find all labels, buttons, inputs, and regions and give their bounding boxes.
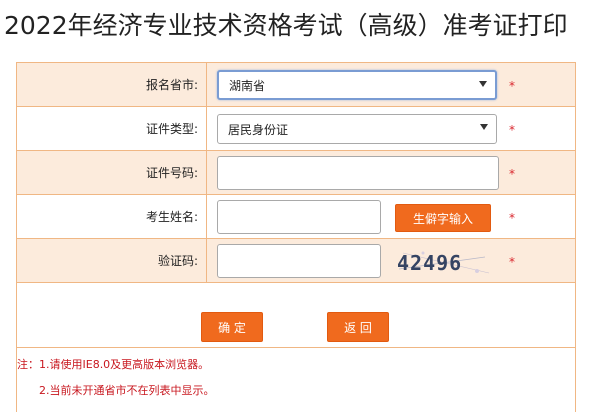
actions-row: 确 定 返 回 — [17, 283, 575, 347]
required-mark: * — [509, 167, 515, 181]
required-mark: * — [509, 211, 515, 225]
notes-box: 注：1.请使用IE8.0及更高版本浏览器。 2.当前未开通省市不在列表中显示。 — [16, 348, 576, 412]
region-select-value: 湖南省 — [229, 78, 266, 93]
region-select[interactable]: 湖南省 — [217, 70, 497, 100]
print-form: 报名省市: 湖南省 * 证件类型: 居民身份证 * 证件号码: * 考生姓名: … — [16, 62, 576, 348]
chevron-down-icon — [480, 124, 488, 130]
required-mark: * — [509, 79, 515, 93]
region-label: 报名省市: — [17, 63, 207, 106]
rare-char-input-button[interactable]: 生僻字输入 — [395, 204, 491, 232]
name-label: 考生姓名: — [17, 195, 207, 238]
captcha-row: 验证码: 42496 * — [17, 239, 575, 283]
captcha-image[interactable]: 42496 — [393, 247, 493, 277]
required-mark: * — [509, 255, 515, 269]
note-line-2: 2.当前未开通省市不在列表中显示。 — [39, 384, 215, 397]
id-type-select-value: 居民身份证 — [228, 122, 289, 137]
required-mark: * — [509, 123, 515, 137]
name-row: 考生姓名: 生僻字输入 * — [17, 195, 575, 239]
id-number-row: 证件号码: * — [17, 151, 575, 195]
note-line-1: 注：1.请使用IE8.0及更高版本浏览器。 — [17, 358, 210, 371]
captcha-text: 42496 — [397, 251, 462, 275]
name-input[interactable] — [217, 200, 381, 234]
id-number-label: 证件号码: — [17, 151, 207, 194]
back-button[interactable]: 返 回 — [327, 312, 389, 342]
id-number-input[interactable] — [217, 156, 499, 190]
captcha-label: 验证码: — [17, 239, 207, 282]
chevron-down-icon — [479, 81, 487, 87]
region-row: 报名省市: 湖南省 * — [17, 63, 575, 107]
captcha-input[interactable] — [217, 244, 381, 278]
id-type-row: 证件类型: 居民身份证 * — [17, 107, 575, 151]
id-type-select[interactable]: 居民身份证 — [217, 114, 497, 144]
confirm-button[interactable]: 确 定 — [201, 312, 263, 342]
id-type-label: 证件类型: — [17, 107, 207, 150]
page-title: 2022年经济专业技术资格考试（高级）准考证打印 — [4, 11, 568, 40]
